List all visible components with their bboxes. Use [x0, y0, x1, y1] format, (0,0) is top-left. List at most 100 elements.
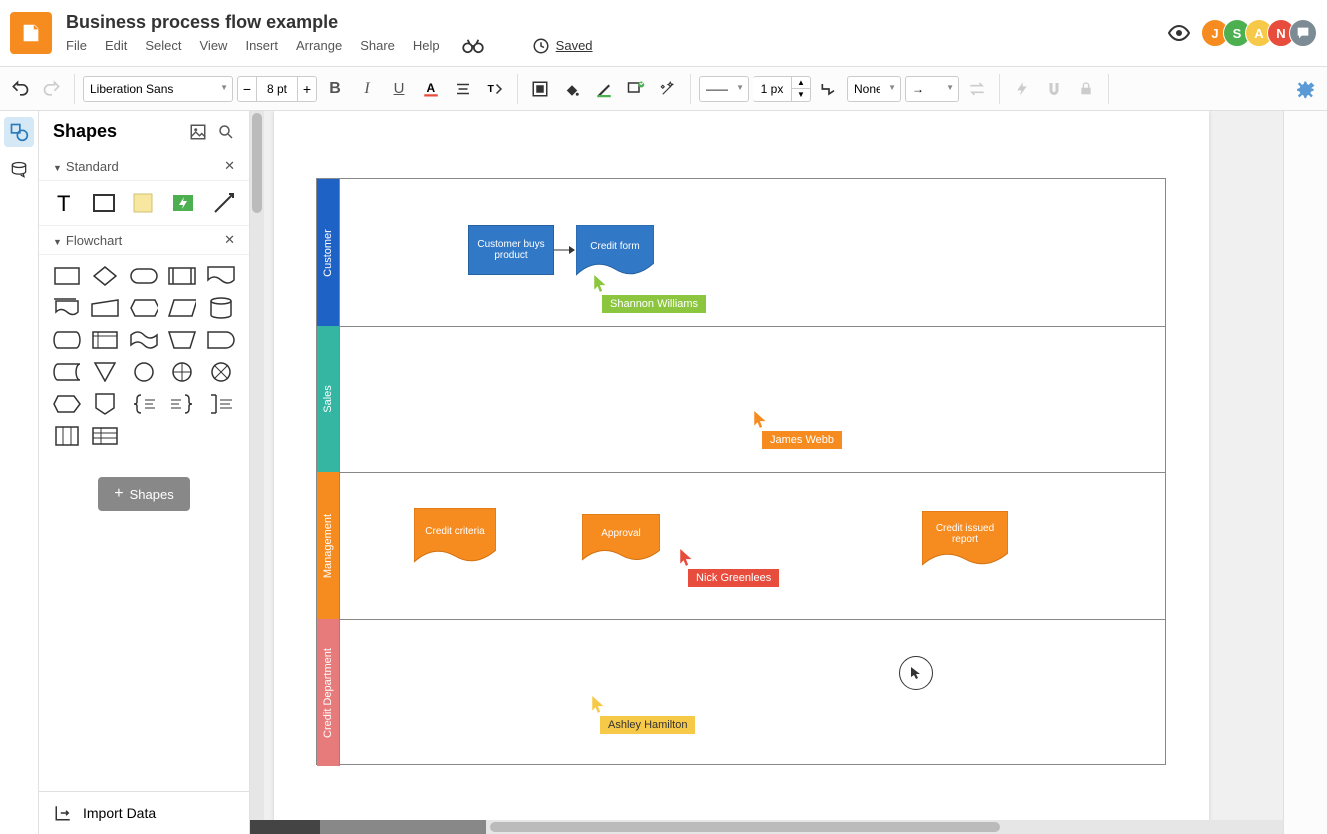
line-width-increase[interactable]: ▲: [791, 76, 811, 89]
fc-manualinput[interactable]: [91, 297, 119, 319]
find-icon[interactable]: [462, 38, 484, 54]
document-title[interactable]: Business process flow example: [66, 12, 1167, 33]
italic-button[interactable]: I: [353, 75, 381, 103]
vertical-scrollbar[interactable]: [250, 111, 264, 834]
rect-shape[interactable]: [91, 191, 117, 215]
menu-share[interactable]: Share: [360, 38, 395, 53]
fc-database[interactable]: [207, 297, 235, 319]
arrow-end-select[interactable]: →: [905, 76, 959, 102]
canvas-page[interactable]: Customer Customer buys product Credit fo…: [274, 111, 1209, 834]
magic-button[interactable]: [654, 75, 682, 103]
lane-sales-label[interactable]: Sales: [317, 326, 339, 472]
fc-data[interactable]: [168, 297, 196, 319]
lane-credit-dept-label[interactable]: Credit Department: [317, 619, 339, 766]
fc-directdata[interactable]: [53, 329, 81, 351]
fc-decision[interactable]: [91, 265, 119, 287]
fc-process[interactable]: [53, 265, 81, 287]
fill-shape-button[interactable]: [526, 75, 554, 103]
menu-select[interactable]: Select: [145, 38, 181, 53]
close-icon[interactable]: ✕: [224, 158, 235, 174]
fill-color-button[interactable]: [558, 75, 586, 103]
menu-help[interactable]: Help: [413, 38, 440, 53]
fc-bracer[interactable]: [130, 393, 158, 415]
lock-button[interactable]: [1072, 75, 1100, 103]
action-shape[interactable]: [169, 191, 197, 215]
menu-file[interactable]: File: [66, 38, 87, 53]
fc-sumjunction[interactable]: [207, 361, 235, 383]
search-shapes-icon[interactable]: [217, 123, 235, 141]
arrow-start-select[interactable]: None: [847, 76, 901, 102]
more-shapes-button[interactable]: +Shapes: [98, 477, 189, 511]
line-style-select[interactable]: ———: [699, 76, 749, 102]
comments-button[interactable]: [1289, 19, 1317, 47]
fc-multidoc[interactable]: [53, 297, 81, 319]
text-options-button[interactable]: T: [481, 75, 509, 103]
menu-arrange[interactable]: Arrange: [296, 38, 342, 53]
save-status[interactable]: Saved: [532, 37, 593, 55]
fc-terminator[interactable]: [130, 265, 158, 287]
fc-offpage[interactable]: [91, 393, 119, 415]
menu-edit[interactable]: Edit: [105, 38, 127, 53]
text-color-button[interactable]: A: [417, 75, 445, 103]
fc-storeddata[interactable]: [53, 361, 81, 383]
line-width-decrease[interactable]: ▼: [791, 89, 811, 102]
font-size-decrease[interactable]: −: [237, 76, 257, 102]
magnet-button[interactable]: [1040, 75, 1068, 103]
present-icon[interactable]: [1167, 21, 1191, 45]
data-panel-tab[interactable]: [4, 155, 34, 185]
underline-button[interactable]: U: [385, 75, 413, 103]
text-align-button[interactable]: [449, 75, 477, 103]
fc-delay[interactable]: [207, 329, 235, 351]
fc-predefined[interactable]: [168, 265, 196, 287]
bold-button[interactable]: B: [321, 75, 349, 103]
horizontal-scrollbar[interactable]: [250, 820, 1283, 834]
undo-button[interactable]: [6, 75, 34, 103]
lane-sales-body[interactable]: [339, 326, 1165, 472]
text-shape[interactable]: T: [53, 191, 77, 215]
shapes-panel-tab[interactable]: [4, 117, 34, 147]
shape-credit-criteria[interactable]: Credit criteria: [414, 508, 496, 566]
shape-customer-buys[interactable]: Customer buys product: [468, 225, 554, 275]
fc-internalstorage[interactable]: [91, 329, 119, 351]
font-size-increase[interactable]: +: [297, 76, 317, 102]
font-size-stepper[interactable]: − +: [237, 76, 317, 102]
menu-view[interactable]: View: [200, 38, 228, 53]
shape-options-button[interactable]: [622, 75, 650, 103]
lane-customer-label[interactable]: Customer: [317, 179, 339, 326]
swap-arrows-button[interactable]: [963, 75, 991, 103]
action-button[interactable]: [1008, 75, 1036, 103]
swimlane-container[interactable]: Customer Customer buys product Credit fo…: [316, 178, 1166, 765]
note-shape[interactable]: [131, 191, 155, 215]
arrow-1[interactable]: [554, 245, 576, 255]
fc-display[interactable]: [53, 393, 81, 415]
shape-credit-form[interactable]: Credit form: [576, 225, 654, 279]
canvas-area[interactable]: Customer Customer buys product Credit fo…: [250, 111, 1283, 834]
fc-note[interactable]: [207, 393, 235, 415]
line-width-input[interactable]: [753, 76, 791, 102]
font-family-select[interactable]: Liberation Sans: [83, 76, 233, 102]
lib-standard-header[interactable]: ▼Standard ✕: [39, 152, 249, 181]
menu-insert[interactable]: Insert: [245, 38, 278, 53]
font-size-input[interactable]: [257, 76, 297, 102]
fc-table2[interactable]: [91, 425, 119, 447]
settings-button[interactable]: [1293, 75, 1321, 103]
line-type-button[interactable]: [815, 75, 843, 103]
fc-document[interactable]: [207, 265, 235, 287]
fc-papertape[interactable]: [130, 329, 158, 351]
fc-table3[interactable]: [53, 425, 81, 447]
fc-or[interactable]: [168, 361, 196, 383]
shape-approval[interactable]: Approval: [582, 514, 660, 564]
line-width-stepper[interactable]: ▲ ▼: [753, 76, 811, 102]
import-data-button[interactable]: Import Data: [39, 791, 249, 834]
redo-button[interactable]: [38, 75, 66, 103]
lane-management-body[interactable]: Credit criteria Approval Credit issuedre…: [339, 472, 1165, 619]
shape-credit-issued[interactable]: Credit issuedreport: [922, 511, 1008, 569]
fc-manualop[interactable]: [168, 329, 196, 351]
fc-connector[interactable]: [130, 361, 158, 383]
arrow-shape[interactable]: [211, 191, 237, 215]
lane-management-label[interactable]: Management: [317, 472, 339, 619]
app-logo[interactable]: [10, 12, 52, 54]
lane-customer-body[interactable]: Customer buys product Credit form: [339, 179, 1165, 326]
image-library-icon[interactable]: [189, 123, 207, 141]
selected-circle[interactable]: [899, 656, 933, 690]
